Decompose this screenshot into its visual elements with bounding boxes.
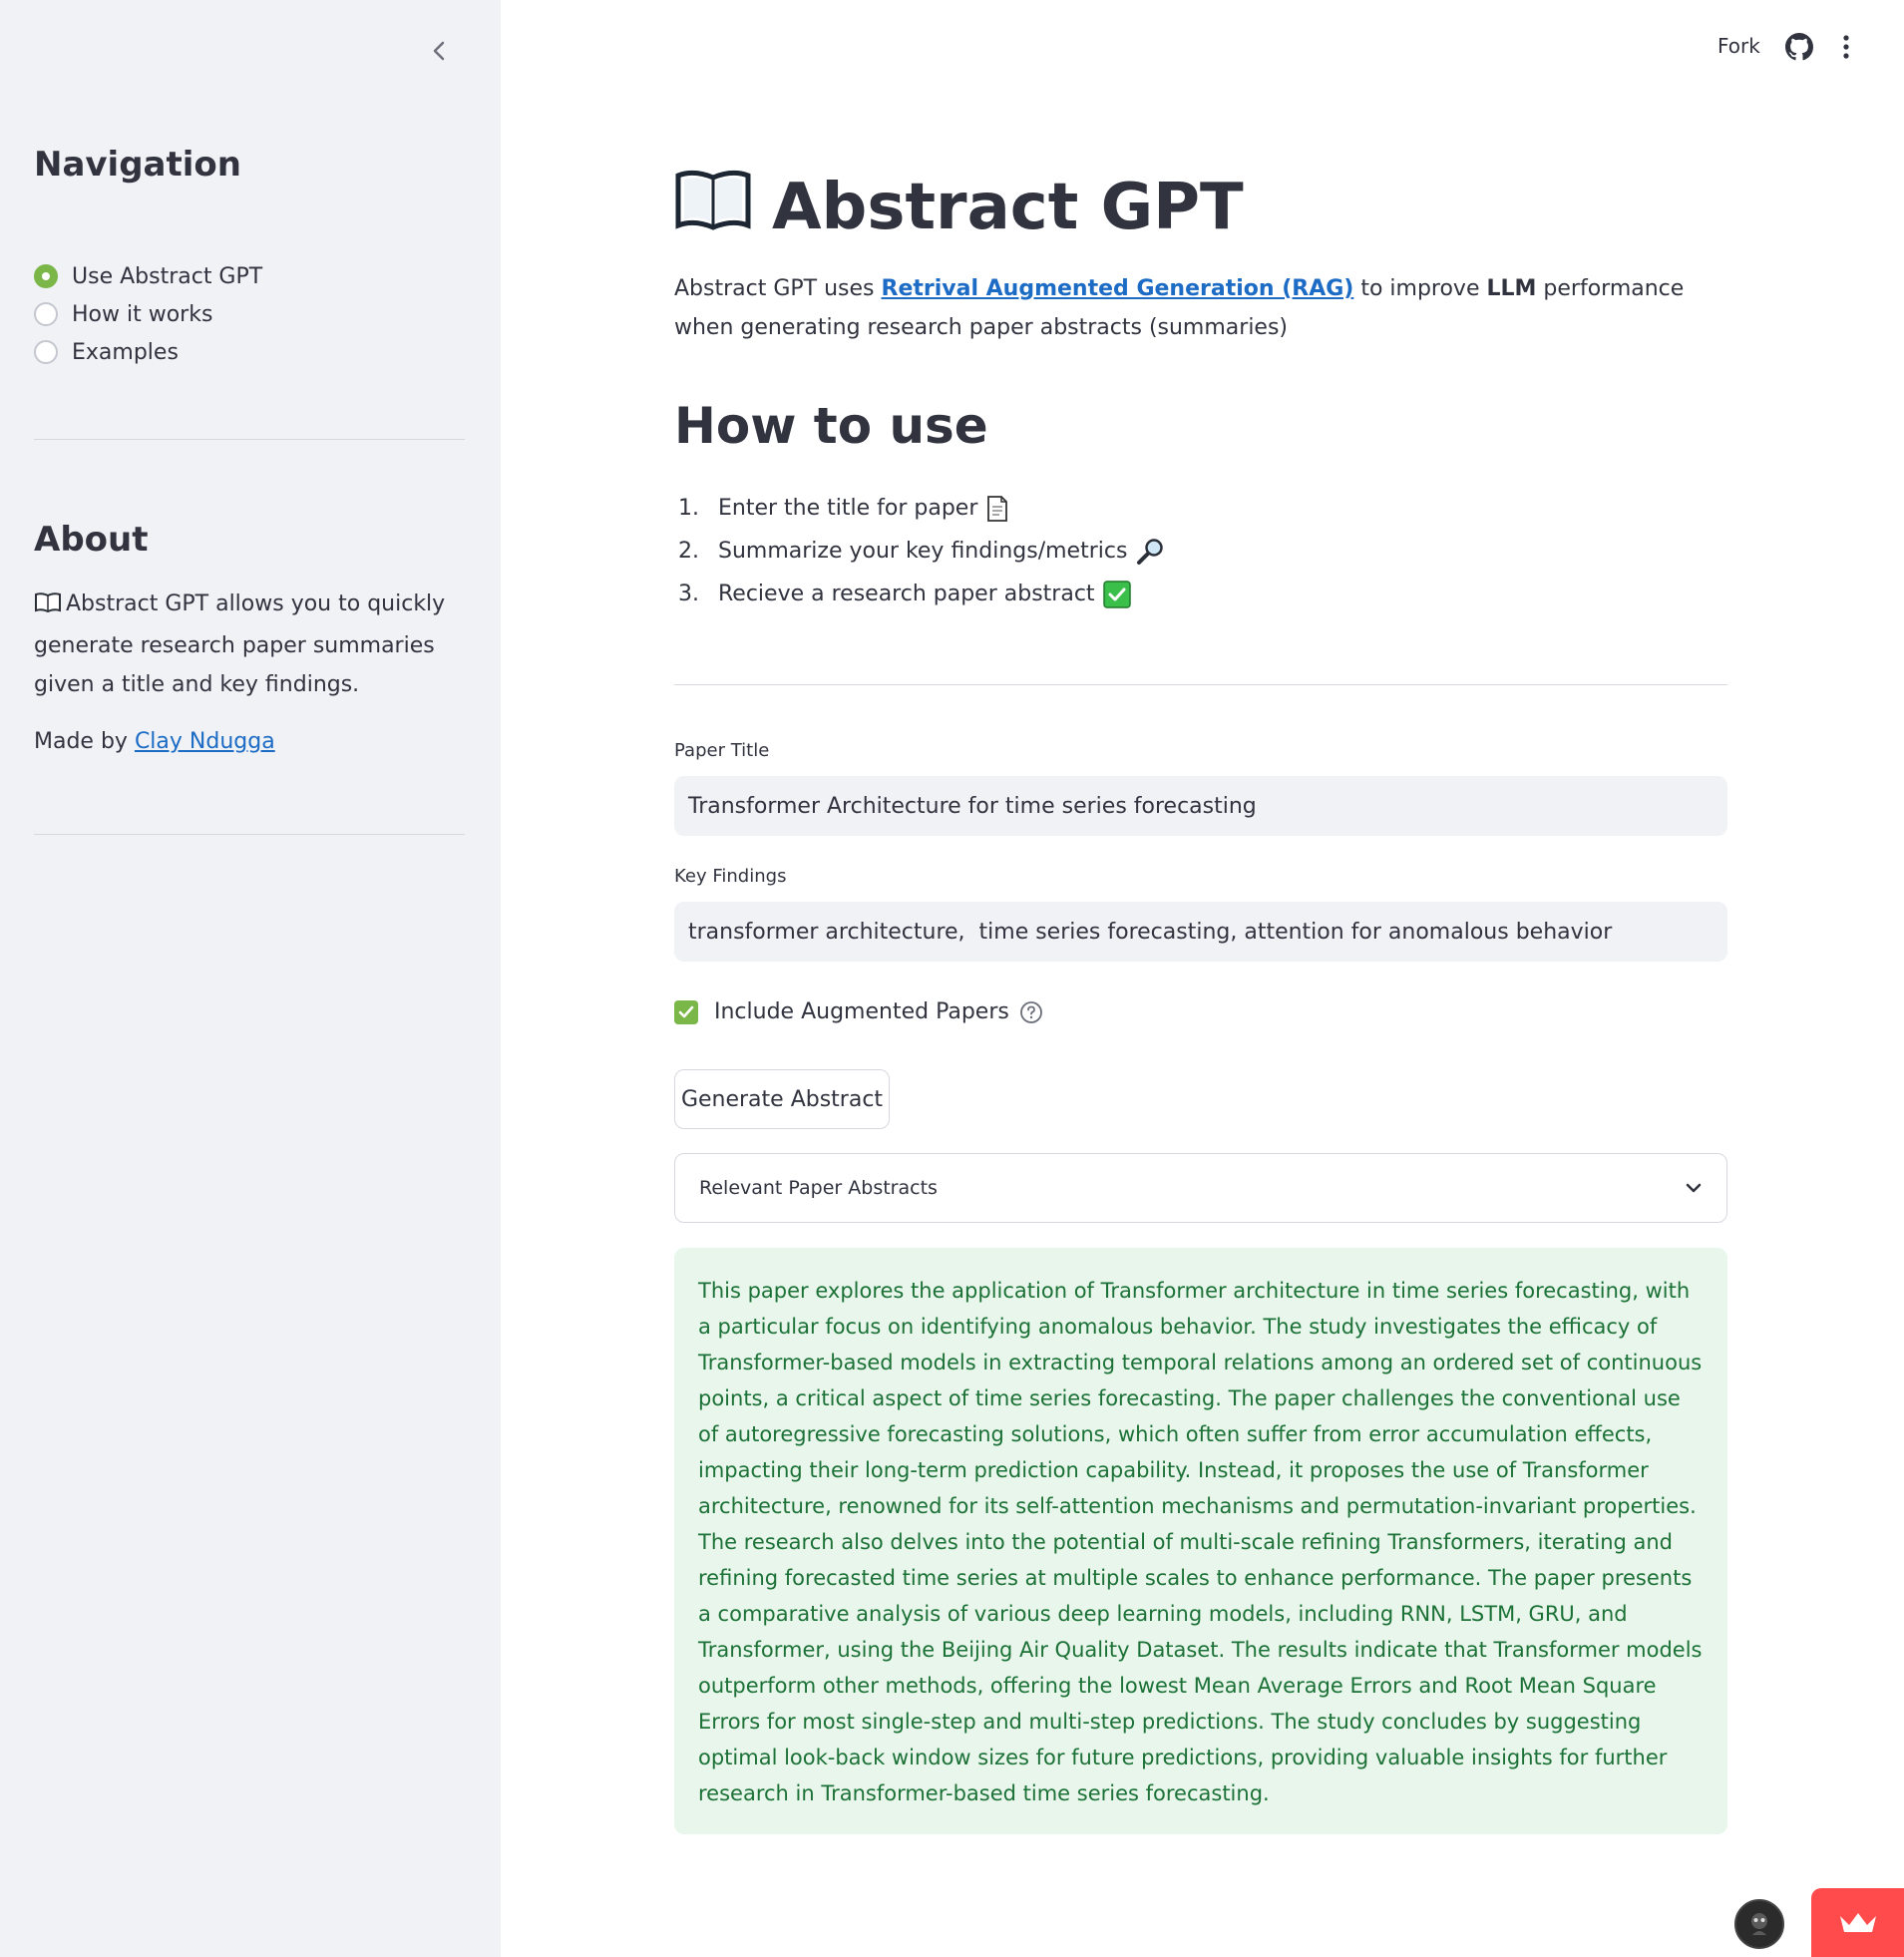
step-number: 3. (678, 582, 699, 606)
checkbox-label: Include Augmented Papers (714, 999, 1009, 1024)
key-findings-label: Key Findings (674, 866, 787, 887)
radio-selected-icon (34, 264, 58, 288)
nav-option-examples[interactable]: Examples (34, 333, 262, 371)
list-item: 2. Summarize your key findings/metrics (678, 530, 1165, 573)
intro-text: Abstract GPT uses (674, 276, 882, 301)
nav-option-how-it-works[interactable]: How it works (34, 295, 262, 333)
step-text: Summarize your key findings/metrics (718, 539, 1128, 564)
rag-link[interactable]: Retrival Augmented Generation (RAG) (882, 276, 1354, 301)
include-augmented-papers-checkbox[interactable]: Include Augmented Papers (674, 999, 1043, 1024)
paper-title-value: Transformer Architecture for time series… (688, 793, 1257, 819)
checkbox-checked-icon (674, 999, 698, 1024)
intro-paragraph: Abstract GPT uses Retrival Augmented Gen… (674, 269, 1731, 347)
nav-option-use-abstract-gpt[interactable]: Use Abstract GPT (34, 257, 262, 295)
step-number: 1. (678, 496, 699, 521)
nav-option-label: How it works (72, 301, 213, 327)
about-text: Abstract GPT allows you to quickly gener… (34, 585, 463, 704)
author-link[interactable]: Clay Ndugga (135, 729, 275, 754)
paper-title-input[interactable]: Transformer Architecture for time series… (674, 776, 1727, 836)
made-by-line: Made by Clay Ndugga (34, 722, 275, 761)
llm-bold-text: LLM (1486, 276, 1537, 301)
green-checkmark-icon (1102, 580, 1131, 608)
crown-icon[interactable] (1811, 1888, 1904, 1957)
help-icon[interactable] (1019, 1000, 1043, 1024)
navigation-radio-group: Use Abstract GPT How it works Examples (34, 257, 262, 371)
sidebar-divider (34, 439, 465, 440)
paper-title-label: Paper Title (674, 740, 770, 761)
avatar[interactable] (1734, 1899, 1784, 1949)
step-text: Enter the title for paper (718, 496, 978, 521)
generate-abstract-button[interactable]: Generate Abstract (674, 1069, 890, 1129)
radio-unselected-icon (34, 340, 58, 364)
kebab-menu-icon[interactable] (1841, 33, 1851, 65)
how-to-use-heading: How to use (674, 397, 988, 455)
list-item: 1. Enter the title for paper (678, 487, 1165, 530)
step-number: 2. (678, 539, 699, 564)
open-book-icon (34, 587, 62, 626)
main-divider (674, 684, 1727, 685)
sidebar-divider (34, 834, 465, 835)
open-book-icon (674, 168, 752, 247)
about-description: Abstract GPT allows you to quickly gener… (34, 591, 446, 697)
magnifying-glass-icon (1135, 538, 1165, 566)
nav-option-label: Use Abstract GPT (72, 263, 263, 289)
key-findings-value: transformer architecture, time series fo… (688, 919, 1613, 945)
step-text: Recieve a research paper abstract (718, 582, 1095, 606)
list-item: 3. Recieve a research paper abstract (678, 573, 1165, 615)
github-icon[interactable] (1785, 33, 1813, 65)
title-text: Abstract GPT (772, 171, 1244, 244)
nav-option-label: Examples (72, 339, 179, 365)
about-heading: About (34, 520, 149, 560)
relevant-paper-abstracts-expander[interactable]: Relevant Paper Abstracts (674, 1153, 1727, 1223)
key-findings-input[interactable]: transformer architecture, time series fo… (674, 902, 1727, 962)
collapse-sidebar-button[interactable] (419, 38, 459, 68)
document-icon (985, 495, 1009, 523)
page-title: Abstract GPT (674, 168, 1244, 247)
chevron-left-icon (432, 41, 446, 65)
generated-abstract-text: This paper explores the application of T… (698, 1279, 1703, 1805)
radio-unselected-icon (34, 302, 58, 326)
sidebar: Navigation Use Abstract GPT How it works… (0, 0, 501, 1957)
intro-text: to improve (1353, 276, 1487, 301)
steps-list: 1. Enter the title for paper 2. Summariz… (678, 487, 1165, 615)
fork-button[interactable]: Fork (1717, 34, 1760, 58)
navigation-heading: Navigation (34, 145, 241, 185)
made-by-prefix: Made by (34, 729, 135, 754)
expander-label: Relevant Paper Abstracts (699, 1177, 938, 1199)
generated-abstract-box: This paper explores the application of T… (674, 1248, 1727, 1834)
chevron-down-icon (1685, 1177, 1703, 1199)
